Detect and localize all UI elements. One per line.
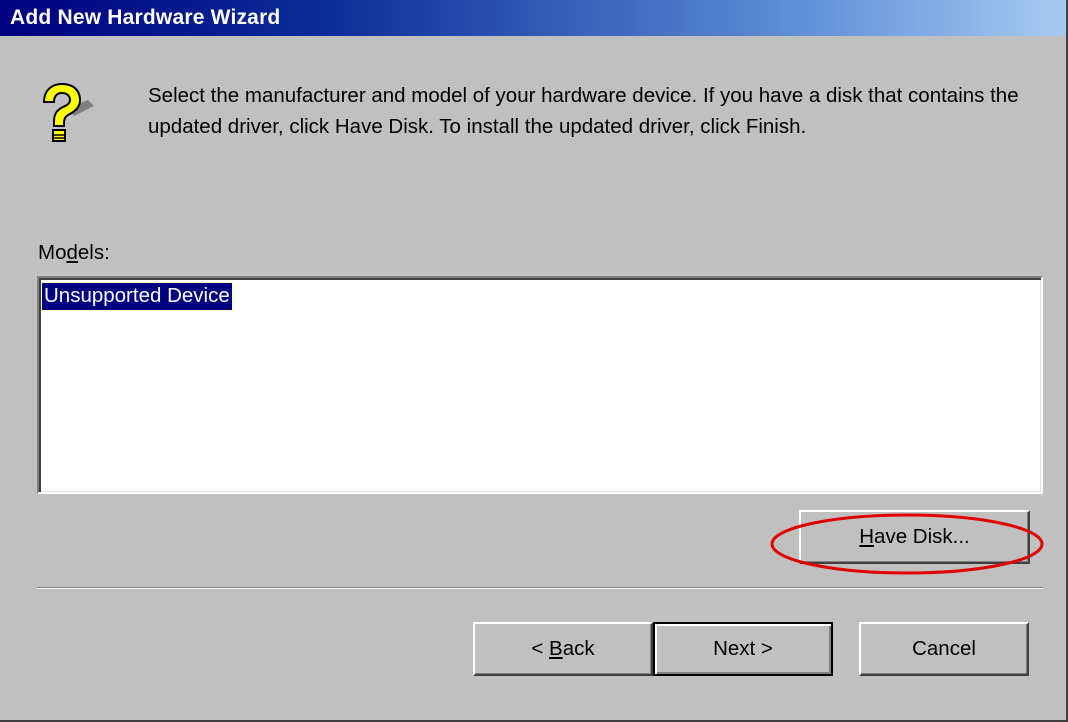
- models-listbox[interactable]: Unsupported Device: [37, 276, 1043, 494]
- cancel-button[interactable]: Cancel: [859, 622, 1029, 676]
- window-title: Add New Hardware Wizard: [10, 6, 281, 29]
- next-button[interactable]: Next >: [653, 622, 833, 676]
- wizard-description: Select the manufacturer and model of you…: [148, 84, 1019, 138]
- back-button[interactable]: < Back: [473, 622, 653, 676]
- models-label: Models:: [38, 241, 110, 264]
- have-disk-button[interactable]: Have Disk...: [799, 510, 1030, 564]
- separator: [37, 587, 1043, 589]
- question-mark-icon: [42, 82, 94, 142]
- list-item-unsupported-device[interactable]: Unsupported Device: [41, 282, 233, 311]
- title-bar[interactable]: Add New Hardware Wizard: [0, 0, 1066, 36]
- wizard-window: Add New Hardware Wizard Select the manuf…: [0, 0, 1068, 722]
